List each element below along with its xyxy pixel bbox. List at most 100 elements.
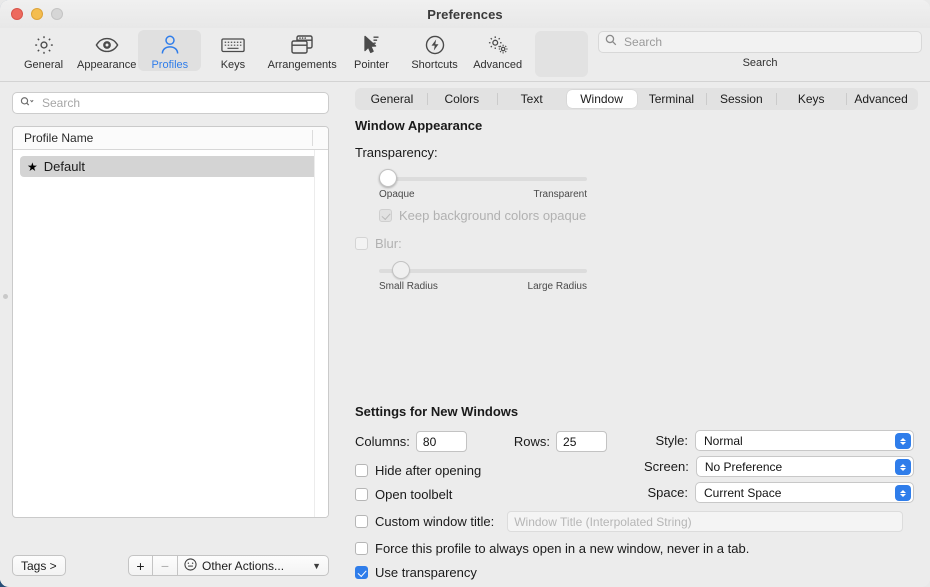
chevron-down-icon: ▼	[312, 560, 321, 571]
slider-knob[interactable]	[392, 261, 410, 279]
profile-detail-pane: General Colors Text Window Terminal Sess…	[343, 82, 930, 586]
force-new-window-row[interactable]: Force this profile to always open in a n…	[355, 541, 903, 556]
blur-min-label: Small Radius	[379, 281, 438, 292]
force-new-window-checkbox[interactable]	[355, 542, 368, 555]
window-appearance-title: Window Appearance	[355, 118, 483, 133]
transparency-label: Transparency:	[355, 145, 438, 160]
tab-window[interactable]: Window	[566, 90, 637, 108]
eye-icon	[95, 32, 119, 58]
tab-text[interactable]: Text	[496, 90, 567, 108]
stepper-icon[interactable]	[895, 433, 911, 449]
toolbar-label: Shortcuts	[411, 59, 458, 71]
tags-button[interactable]: Tags >	[12, 555, 66, 576]
keep-colors-opaque-label: Keep background colors opaque	[399, 208, 587, 223]
screen-value: No Preference	[704, 459, 783, 474]
custom-window-title-label: Custom window title:	[375, 514, 495, 529]
style-popup-button[interactable]: Normal	[695, 430, 914, 451]
keep-colors-opaque-checkbox[interactable]	[379, 209, 392, 222]
toolbar-item-advanced[interactable]: Advanced	[466, 30, 529, 71]
space-label: Space:	[647, 485, 688, 500]
toolbar-item-profiles[interactable]: Profiles	[138, 30, 202, 71]
person-icon	[160, 32, 180, 58]
bolt-circle-icon	[424, 32, 446, 58]
stepper-icon[interactable]	[895, 459, 911, 475]
blur-radius-slider[interactable]	[379, 261, 587, 279]
toolbar-item-appearance[interactable]: Appearance	[75, 30, 138, 71]
toolbar-item-general[interactable]: General	[12, 30, 75, 71]
transparency-max-label: Transparent	[533, 189, 587, 200]
other-actions-button[interactable]: Other Actions... ▼	[178, 555, 329, 576]
actions-circle-icon	[184, 557, 197, 574]
search-input[interactable]	[622, 34, 916, 50]
remove-profile-button[interactable]: −	[153, 555, 178, 576]
rows-field[interactable]: 25	[556, 431, 608, 452]
window-popups-group: Style: Normal Screen: No Preference Spac…	[644, 430, 914, 503]
add-profile-button[interactable]: +	[128, 555, 153, 576]
toolbar-label: Pointer	[354, 59, 389, 71]
tab-keys[interactable]: Keys	[776, 90, 846, 108]
resize-handle[interactable]	[3, 294, 8, 299]
profile-actions-group: + − Other Actions... ▼	[128, 555, 329, 576]
custom-window-title-row[interactable]: Custom window title: Window Title (Inter…	[355, 511, 903, 532]
space-popup-button[interactable]: Current Space	[695, 482, 914, 503]
tab-session[interactable]: Session	[706, 90, 776, 108]
toolbar-item-shortcuts[interactable]: Shortcuts	[403, 30, 466, 71]
search-icon	[605, 33, 617, 51]
screen-label: Screen:	[644, 459, 689, 474]
rows-label: Rows:	[513, 434, 551, 449]
profile-search-input[interactable]	[40, 95, 321, 111]
window-body: Profile Name ★ Default Tags > +	[0, 82, 930, 586]
keep-colors-opaque-row[interactable]: Keep background colors opaque	[379, 208, 603, 223]
blur-label: Blur:	[375, 236, 402, 251]
other-actions-label: Other Actions...	[202, 558, 285, 573]
window-appearance-section: Window Appearance Transparency: Opaque T…	[355, 118, 603, 292]
profile-search-field[interactable]	[12, 92, 329, 114]
custom-window-title-field[interactable]: Window Title (Interpolated String)	[507, 511, 903, 532]
screen-popup-button[interactable]: No Preference	[695, 456, 914, 477]
table-scrollbar[interactable]	[314, 150, 328, 517]
toolbar-label: Arrangements	[267, 59, 337, 71]
open-toolbelt-checkbox[interactable]	[355, 488, 368, 501]
column-divider	[312, 130, 313, 146]
open-toolbelt-label: Open toolbelt	[375, 487, 453, 502]
gear-icon	[33, 32, 55, 58]
tab-terminal[interactable]: Terminal	[637, 90, 707, 108]
blur-checkbox[interactable]	[355, 237, 368, 250]
style-value: Normal	[704, 433, 743, 448]
toolbar-item-arrangements[interactable]: Arrangements	[265, 30, 340, 71]
rows-value: 25	[563, 434, 577, 449]
toolbar-label: General	[23, 59, 64, 71]
cursor-icon	[360, 32, 382, 58]
windows-icon	[290, 32, 314, 58]
use-transparency-row[interactable]: Use transparency	[355, 565, 903, 580]
search-field[interactable]	[598, 31, 923, 53]
transparency-min-label: Opaque	[379, 189, 415, 200]
stepper-icon[interactable]	[895, 485, 911, 501]
use-transparency-checkbox[interactable]	[355, 566, 368, 579]
toolbar-label: Advanced	[473, 59, 523, 71]
toolbar-label: Profiles	[151, 59, 189, 71]
columns-field[interactable]: 80	[415, 431, 467, 452]
table-header[interactable]: Profile Name	[13, 127, 328, 150]
profiles-table: Profile Name ★ Default	[12, 126, 329, 518]
keyboard-icon	[221, 32, 245, 58]
blur-row[interactable]: Blur:	[355, 236, 603, 251]
transparency-slider[interactable]	[379, 169, 587, 187]
tab-colors[interactable]: Colors	[426, 90, 497, 108]
slider-knob[interactable]	[379, 169, 397, 187]
tab-advanced[interactable]: Advanced	[846, 90, 916, 108]
search-caption: Search	[742, 57, 778, 69]
force-new-window-label: Force this profile to always open in a n…	[375, 541, 750, 556]
new-windows-title: Settings for New Windows	[355, 404, 519, 419]
table-row[interactable]: ★ Default	[20, 156, 321, 177]
column-header-profile-name: Profile Name	[24, 131, 94, 145]
hide-after-opening-checkbox[interactable]	[355, 464, 368, 477]
custom-window-title-checkbox[interactable]	[355, 515, 368, 528]
tab-general[interactable]: General	[357, 90, 427, 108]
window-title: Preferences	[427, 6, 503, 22]
toolbar-item-pointer[interactable]: Pointer	[340, 30, 403, 71]
slider-track	[379, 269, 587, 273]
custom-window-title-placeholder: Window Title (Interpolated String)	[514, 514, 692, 529]
toolbar-label: Appearance	[77, 59, 137, 71]
toolbar-item-keys[interactable]: Keys	[201, 30, 264, 71]
